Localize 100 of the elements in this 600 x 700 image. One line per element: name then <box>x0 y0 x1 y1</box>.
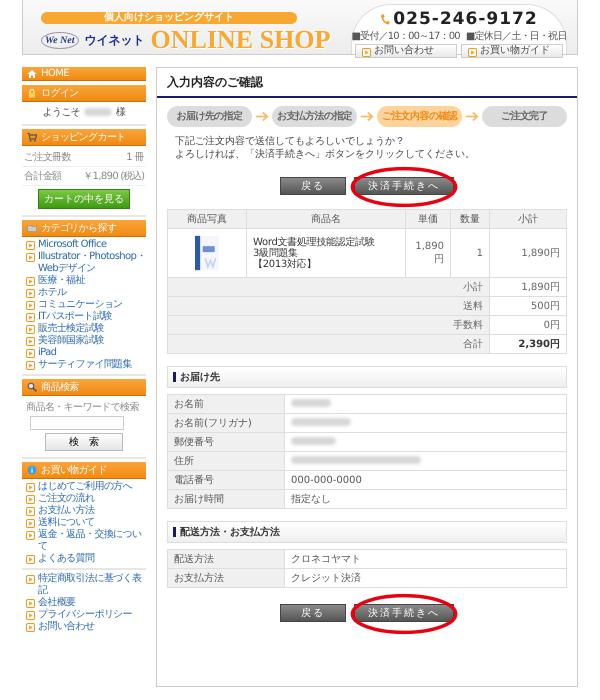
progress-step: ご注文完了 <box>482 106 567 127</box>
play-bullet-icon <box>26 575 35 584</box>
category-link[interactable]: サーティファイ問題集 <box>38 359 132 371</box>
sidebar-heading-text: ショッピングカート <box>41 131 126 144</box>
summary-label: 合計 <box>168 334 490 354</box>
progress-step: お届け先の指定 <box>167 106 252 127</box>
field-value: クロネコヤマト <box>291 554 361 565</box>
field-value: 指定なし <box>291 494 331 505</box>
category-link[interactable]: ITパスポート試験 <box>38 311 112 323</box>
sidebar-heading-text: カテゴリから探す <box>41 222 116 235</box>
search-label: 商品名・キーワードで検索 <box>25 400 140 415</box>
guide-link[interactable]: 送料について <box>38 517 94 529</box>
logo-mark[interactable]: We Net <box>41 32 79 48</box>
category-link[interactable]: iPad <box>38 347 56 359</box>
header-link[interactable]: お問い合わせ <box>355 44 457 58</box>
checkout-button[interactable]: 決済手続きへ <box>354 177 454 195</box>
category-link[interactable]: コミュニケーション <box>38 299 123 311</box>
shop-title: ONLINE SHOP <box>150 26 330 54</box>
field-label: お支払方法 <box>168 568 284 588</box>
summary-label: 小計 <box>168 278 490 296</box>
category-link[interactable]: 販売士検定試験 <box>38 323 104 335</box>
play-bullet-icon <box>26 301 35 310</box>
item-subtotal: 1,890円 <box>490 228 566 278</box>
play-bullet-icon <box>26 325 35 334</box>
play-bullet-icon <box>26 483 35 492</box>
arrow-icon <box>465 111 479 122</box>
search-icon <box>27 382 37 392</box>
section-title: 配送方法・お支払方法 <box>180 525 280 539</box>
category-link[interactable]: Illustrator・Photoshop・Webデザイン <box>38 251 146 275</box>
column-header: 商品名 <box>246 210 406 228</box>
category-link[interactable]: 医療・福祉 <box>38 275 86 287</box>
back-button[interactable]: 戻る <box>280 604 346 622</box>
confirmation-message: よろしければ、「決済手続きへ」ボタンをクリックしてください。 <box>175 148 476 161</box>
guide-link[interactable]: はじめてご利用の方へ <box>38 481 132 493</box>
field-label: 配送方法 <box>168 550 284 568</box>
progress-step: ご注文内容の確認 <box>377 106 462 127</box>
phone-icon <box>380 12 390 26</box>
play-bullet-icon <box>26 611 35 620</box>
tax-note: (税込) <box>120 170 144 183</box>
redacted-text <box>291 398 331 406</box>
greeting-text: ようこそ <box>42 106 80 119</box>
summary-value: 0円 <box>490 316 566 334</box>
play-bullet-icon <box>26 623 35 632</box>
arrow-icon <box>360 111 374 122</box>
honorific-text: 様 <box>116 106 126 119</box>
info-link[interactable]: 会社概要 <box>38 597 76 609</box>
confirmation-message: 下記ご注文内容で送信してもよろしいでしょうか？ <box>175 135 406 148</box>
play-bullet-icon <box>26 349 35 358</box>
guide-link[interactable]: お支払い方法 <box>38 505 94 517</box>
cart-value: ￥1,890 <box>83 170 118 183</box>
summary-value: 500円 <box>490 296 566 316</box>
category-link[interactable]: Microsoft Office <box>38 239 106 251</box>
play-bullet-icon <box>26 507 35 516</box>
category-link[interactable]: ホテル <box>38 287 66 299</box>
info-link[interactable]: お問い合わせ <box>38 621 94 633</box>
redacted-text <box>291 436 336 444</box>
info-icon <box>27 465 37 475</box>
back-button[interactable]: 戻る <box>280 177 346 195</box>
sidebar-heading-text: お買い物ガイド <box>41 464 107 477</box>
play-bullet-icon <box>26 241 35 250</box>
column-header: 単価 <box>406 210 450 228</box>
summary-value: 2,390円 <box>490 334 566 354</box>
redacted-text <box>84 108 112 116</box>
logo-text: ウイネット <box>84 32 145 48</box>
header-link-text: お買い物ガイド <box>480 45 550 57</box>
summary-value: 1,890円 <box>490 278 566 296</box>
play-bullet-icon <box>26 313 35 322</box>
home-link-text: HOME <box>41 68 69 79</box>
sidebar-heading-text: 商品検索 <box>41 380 79 394</box>
page-title: 入力内容のご確認 <box>157 68 577 98</box>
guide-link[interactable]: ご注文の流れ <box>38 493 94 505</box>
play-bullet-icon <box>26 253 35 262</box>
play-bullet-icon <box>26 289 35 298</box>
play-bullet-icon <box>26 277 35 286</box>
field-label: 住所 <box>168 452 284 470</box>
search-field[interactable] <box>30 416 124 430</box>
cart-label: ご注文冊数 <box>24 150 72 164</box>
guide-link[interactable]: よくある質問 <box>38 553 94 565</box>
play-bullet-icon <box>26 555 35 564</box>
play-bullet-icon <box>362 48 371 56</box>
category-link[interactable]: 美容師国家試験 <box>38 335 104 347</box>
field-label: お届け時間 <box>168 490 284 508</box>
play-bullet-icon <box>26 495 35 504</box>
redacted-text <box>291 418 351 426</box>
guide-link[interactable]: 返金・返品・交換について <box>38 529 146 553</box>
book-cover-drawing <box>195 235 219 271</box>
lock-icon <box>27 88 37 98</box>
summary-label: 手数料 <box>168 316 490 334</box>
header-link[interactable]: お買い物ガイド <box>461 44 563 58</box>
play-bullet-icon <box>26 599 35 608</box>
checkout-button[interactable]: 決済手続きへ <box>354 604 454 622</box>
info-link[interactable]: プライバシーポリシー <box>38 609 132 621</box>
tagline: 個人向けショッピングサイト <box>41 12 297 24</box>
field-label: 郵便番号 <box>168 432 284 452</box>
info-link[interactable]: 特定商取引法に基づく表記 <box>38 573 146 597</box>
field-value: クレジット決済 <box>291 573 361 584</box>
sidebar-heading-text: ログイン <box>41 87 79 100</box>
field-label: お名前(フリガナ) <box>168 414 284 432</box>
column-header: 商品写真 <box>168 210 246 228</box>
search-button[interactable]: 検 索 <box>45 433 123 451</box>
